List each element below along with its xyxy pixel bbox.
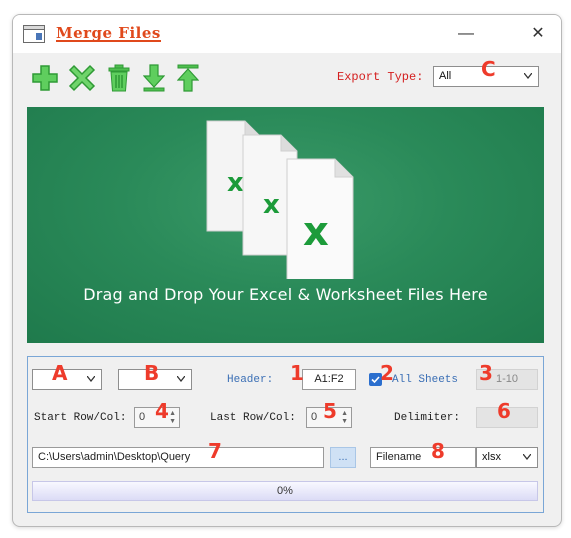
add-file-button[interactable] bbox=[30, 63, 60, 93]
delimiter-label: Delimiter: bbox=[394, 412, 461, 424]
app-title: Merge Files bbox=[56, 24, 161, 42]
svg-text:x: x bbox=[303, 209, 329, 255]
header-input[interactable]: A1:F2 bbox=[302, 369, 356, 390]
last-row-col-label: Last Row/Col: bbox=[210, 412, 296, 424]
options-panel: A B Header: A1:F2 1 All Sheets 2 1-10 3 … bbox=[27, 356, 544, 513]
clear-all-button[interactable] bbox=[104, 63, 134, 93]
extension-select[interactable]: xlsx bbox=[476, 447, 538, 468]
plus-icon bbox=[32, 65, 58, 91]
chevron-down-icon bbox=[523, 454, 531, 460]
progress-text: 0% bbox=[277, 485, 293, 497]
chevron-down-icon bbox=[177, 376, 185, 382]
export-type-label: Export Type: bbox=[337, 70, 424, 84]
svg-text:x: x bbox=[263, 190, 280, 220]
marker-5: 5 bbox=[323, 399, 337, 423]
title-bar: Merge Files — ✕ bbox=[13, 15, 561, 53]
close-button[interactable]: ✕ bbox=[523, 21, 553, 47]
move-down-button[interactable] bbox=[139, 63, 169, 93]
move-up-button[interactable] bbox=[173, 63, 203, 93]
chevron-down-icon bbox=[87, 376, 95, 382]
export-type-value: All bbox=[439, 70, 452, 82]
excel-files-icon: x x x bbox=[206, 120, 354, 279]
marker-b: B bbox=[144, 361, 160, 385]
browse-button[interactable]: ... bbox=[330, 447, 356, 468]
filename-input[interactable]: Filename bbox=[370, 447, 476, 468]
x-icon bbox=[68, 64, 96, 92]
drop-zone-text: Drag and Drop Your Excel & Worksheet Fil… bbox=[83, 285, 488, 304]
header-label: Header: bbox=[227, 374, 274, 386]
marker-6: 6 bbox=[497, 399, 511, 423]
marker-7: 7 bbox=[208, 439, 222, 463]
marker-1: 1 bbox=[290, 361, 304, 385]
svg-text:x: x bbox=[227, 168, 244, 198]
spinner-arrows-icon[interactable]: ▲ ▼ bbox=[169, 410, 176, 426]
marker-a: A bbox=[52, 361, 68, 385]
all-sheets-label: All Sheets bbox=[392, 374, 459, 386]
output-path-input[interactable]: C:\Users\admin\Desktop\Query bbox=[32, 447, 324, 468]
progress-bar: 0% bbox=[32, 481, 538, 501]
marker-2: 2 bbox=[380, 361, 394, 385]
spinner-arrows-icon[interactable]: ▲ ▼ bbox=[341, 410, 348, 426]
chevron-down-icon bbox=[524, 73, 532, 79]
file-drop-zone[interactable]: x x x Drag and Drop Your Excel & Workshe… bbox=[27, 107, 544, 343]
arrow-up-icon bbox=[177, 64, 199, 92]
marker-c: C bbox=[481, 57, 496, 81]
trash-icon bbox=[108, 64, 130, 92]
marker-3: 3 bbox=[479, 361, 493, 385]
remove-file-button[interactable] bbox=[67, 63, 97, 93]
arrow-down-icon bbox=[143, 64, 165, 92]
marker-4: 4 bbox=[155, 399, 169, 423]
app-window-icon bbox=[23, 25, 45, 43]
marker-8: 8 bbox=[431, 439, 445, 463]
start-row-col-label: Start Row/Col: bbox=[34, 412, 127, 424]
minimize-button[interactable]: — bbox=[451, 21, 481, 47]
merge-files-window: Merge Files — ✕ Export Type: All C x x x… bbox=[12, 14, 562, 527]
